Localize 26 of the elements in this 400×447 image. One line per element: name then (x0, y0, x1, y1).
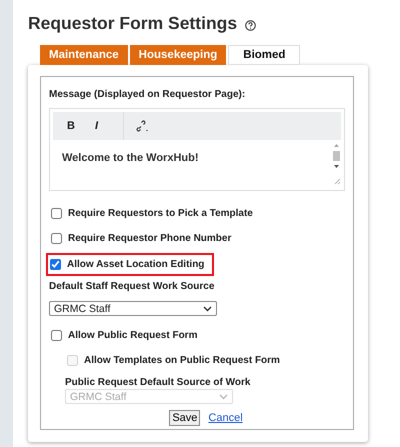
chevron-down-icon (219, 394, 228, 400)
save-button[interactable]: Save (169, 410, 200, 426)
checkbox-label: Require Requestors to Pick a Template (68, 208, 253, 218)
help-icon[interactable] (245, 20, 256, 31)
format-button[interactable]: I (95, 120, 123, 132)
scrollbar-icon (332, 142, 341, 186)
checkbox[interactable] (51, 232, 62, 244)
link-icon[interactable] (136, 120, 150, 132)
checkbox[interactable] (50, 259, 61, 270)
checkbox[interactable] (51, 208, 62, 218)
checkbox-label: Require Requestor Phone Number (68, 232, 232, 244)
checkbox-label: Allow Templates on Public Request Form (84, 354, 280, 366)
format-button[interactable]: B (67, 120, 95, 132)
message-text: Welcome to the WorxHub! (62, 152, 198, 164)
chevron-down-icon (203, 306, 212, 312)
checkbox-label: Allow Public Request Form (68, 330, 198, 340)
checkbox-label: Allow Asset Location Editing (67, 259, 204, 270)
dropdown[interactable]: GRMC Staff (49, 301, 217, 316)
field-label: Message (Displayed on Requestor Page): (49, 89, 246, 100)
checkbox[interactable] (51, 330, 62, 340)
field-label: Public Request Default Source of Work (65, 377, 252, 388)
page-title: Requestor Form Settings (28, 12, 238, 34)
rich-text-editor[interactable]: B I Welcome to the WorxHub! (49, 108, 345, 191)
tab[interactable]: Biomed (228, 45, 300, 65)
field-label: Default Staff Request Work Source (49, 281, 216, 292)
cancel-link[interactable]: Cancel (208, 412, 243, 424)
